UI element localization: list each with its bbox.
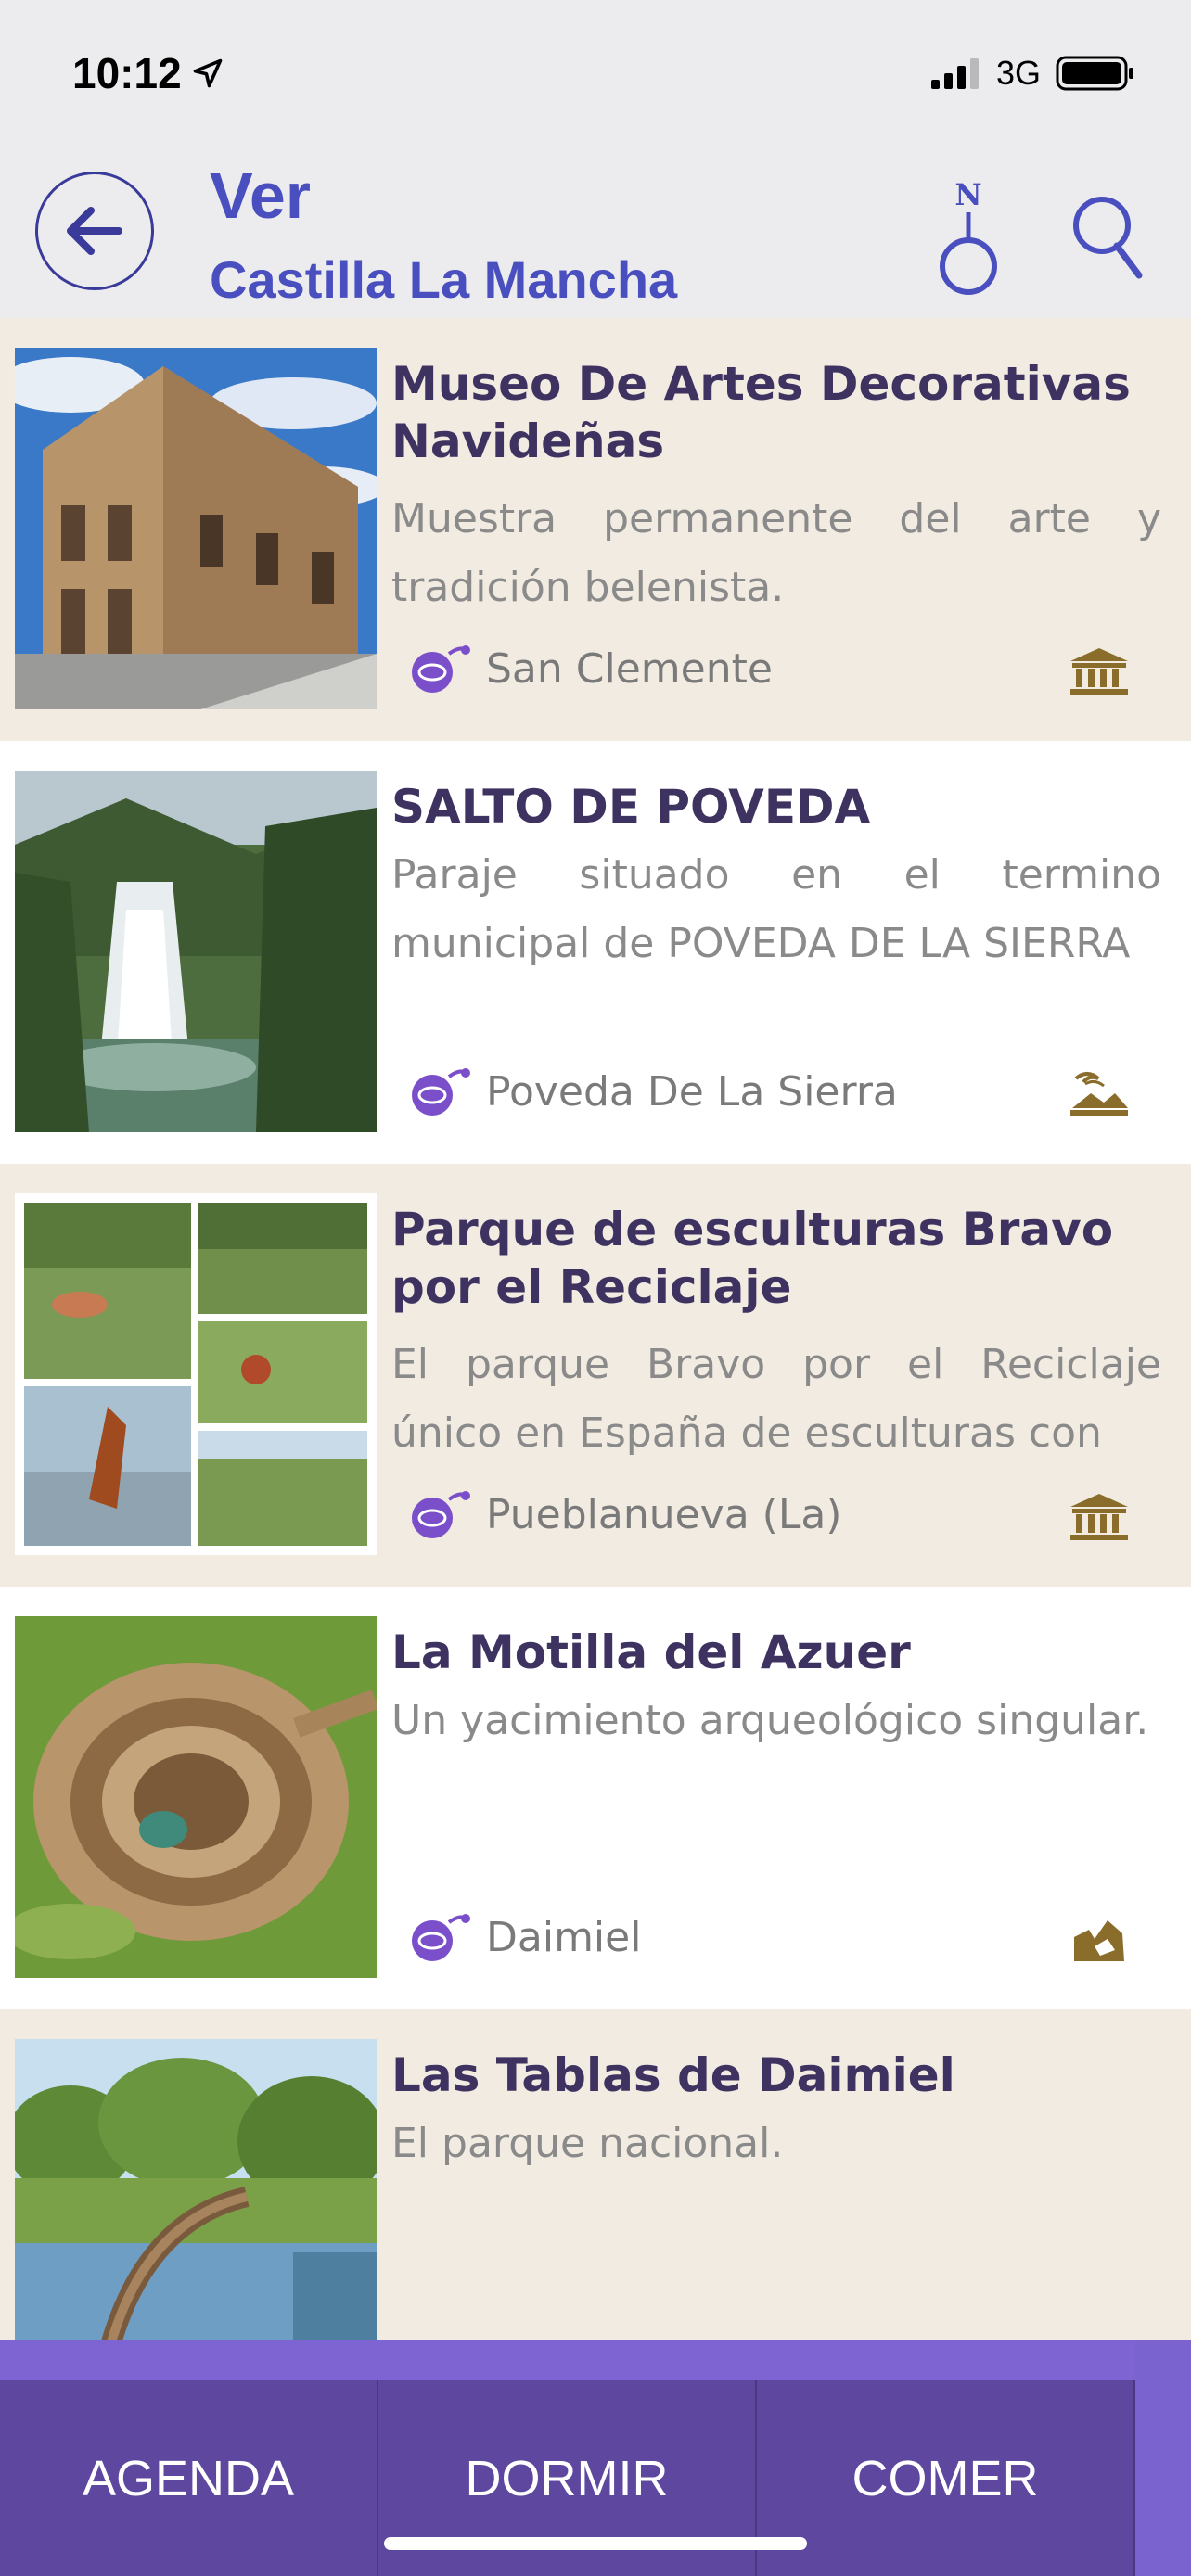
- nav-more-edge[interactable]: [1135, 2340, 1191, 2576]
- town-label: Daimiel: [486, 1913, 642, 1961]
- search-button[interactable]: [1065, 186, 1148, 288]
- nature-icon: [1070, 1072, 1128, 1116]
- places-list: Museo De Artes Decorativas Navideñas Mue…: [0, 318, 1191, 2340]
- place-description: Muestra permanente del arte y tradición …: [391, 495, 1161, 611]
- status-time-text: 10:12: [72, 49, 182, 97]
- town-label: Pueblanueva (La): [486, 1490, 842, 1538]
- place-title: SALTO DE POVEDA: [391, 780, 871, 834]
- status-indicators: 3G: [930, 54, 1135, 93]
- search-icon: [1073, 197, 1143, 279]
- place-town: Poveda De La Sierra: [406, 1065, 898, 1117]
- nav-comer[interactable]: COMER: [757, 2380, 1135, 2576]
- museum-icon: [1070, 648, 1128, 695]
- page-subtitle: Castilla La Mancha: [210, 250, 678, 309]
- place-thumbnail: [15, 771, 377, 1132]
- nav-topbar: [0, 2340, 1191, 2380]
- compass-button[interactable]: N: [924, 172, 1013, 301]
- list-item[interactable]: La Motilla del Azuer Un yacimiento arque…: [0, 1587, 1191, 2009]
- location-globe-icon: [412, 1491, 470, 1538]
- back-button[interactable]: [35, 172, 154, 290]
- place-description: Paraje situado en el termino municipal d…: [391, 851, 1161, 967]
- nav-agenda[interactable]: AGENDA: [0, 2380, 378, 2576]
- header: Ver Castilla La Mancha N: [0, 153, 1191, 318]
- arrow-left-icon: [67, 207, 122, 255]
- status-time: 10:12: [72, 48, 224, 98]
- location-globe-icon: [412, 645, 470, 693]
- place-title: La Motilla del Azuer: [391, 1626, 911, 1679]
- compass-letter: N: [954, 177, 981, 212]
- place-thumbnail: [15, 1616, 377, 1978]
- compass-icon: N: [940, 177, 997, 295]
- museum-icon: [1070, 1494, 1128, 1540]
- list-item[interactable]: SALTO DE POVEDA Paraje situado en el ter…: [0, 741, 1191, 1164]
- place-thumbnail: [15, 348, 377, 709]
- home-indicator[interactable]: [384, 2537, 807, 2550]
- page-title: Ver: [210, 159, 311, 232]
- place-town: Daimiel: [406, 1911, 641, 1963]
- place-title: Las Tablas de Daimiel: [391, 2048, 955, 2102]
- place-town: Pueblanueva (La): [406, 1488, 841, 1540]
- place-title: Parque de esculturas Bravo por el Recicl…: [391, 1203, 1114, 1314]
- place-description: El parque Bravo por el Reciclaje único e…: [391, 1341, 1161, 1457]
- place-description: Un yacimiento arqueológico singular.: [391, 1697, 1149, 1744]
- list-item[interactable]: Parque de esculturas Bravo por el Recicl…: [0, 1164, 1191, 1587]
- place-title: Museo De Artes Decorativas Navideñas: [391, 357, 1131, 468]
- town-label: San Clemente: [486, 644, 773, 693]
- archaeology-icon: [1074, 1920, 1124, 1961]
- place-thumbnail: [15, 1193, 377, 1555]
- location-globe-icon: [412, 1068, 470, 1116]
- network-type: 3G: [995, 54, 1041, 92]
- location-arrow-icon: [193, 58, 222, 88]
- place-description: El parque nacional.: [391, 2120, 784, 2167]
- place-thumbnail: [15, 2039, 377, 2340]
- list-item[interactable]: Las Tablas de Daimiel El parque nacional…: [0, 2009, 1191, 2340]
- town-label: Poveda De La Sierra: [486, 1067, 898, 1116]
- list-item[interactable]: Museo De Artes Decorativas Navideñas Mue…: [0, 318, 1191, 741]
- status-bar: 10:12 3G: [0, 0, 1191, 153]
- location-globe-icon: [412, 1914, 470, 1961]
- signal-icon: [930, 58, 979, 89]
- battery-icon: [1056, 56, 1133, 91]
- place-town: San Clemente: [406, 643, 773, 695]
